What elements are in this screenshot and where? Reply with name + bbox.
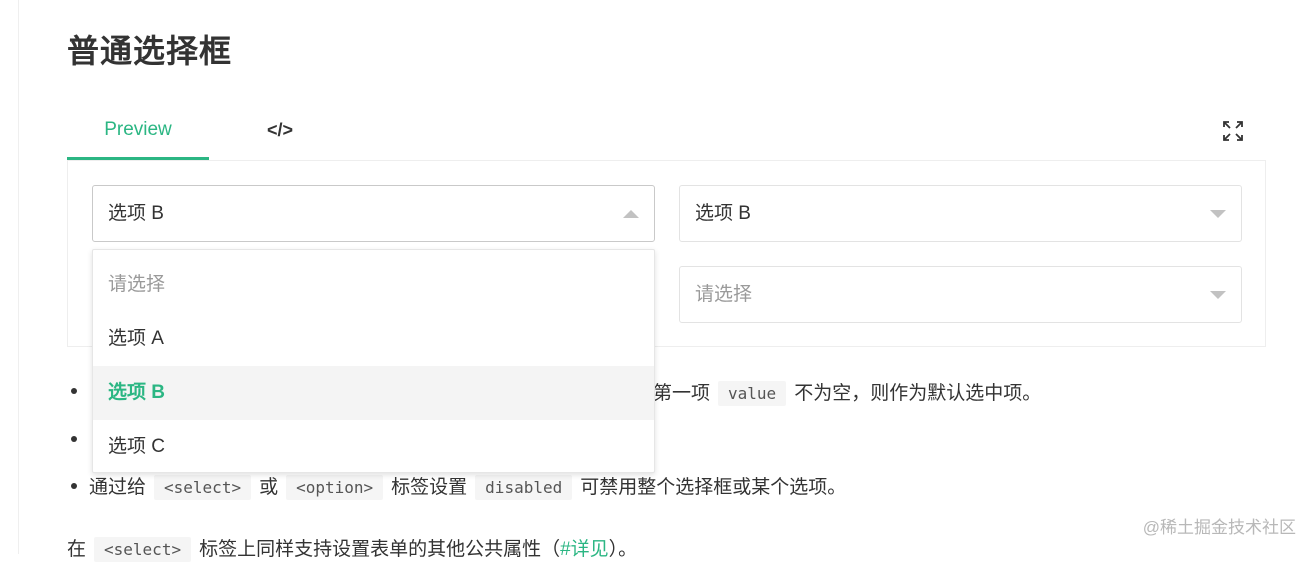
caret-down-icon: [1210, 210, 1226, 218]
desc-text: 通过给: [89, 477, 147, 498]
desc-text: 不为空，则作为默认选中项。: [794, 383, 1042, 404]
bullet: [71, 388, 77, 394]
select-placeholder-text: 请选择: [695, 284, 753, 305]
desc-text: ）。: [608, 539, 638, 560]
select-value: 选项 B: [108, 203, 164, 224]
desc-text: 标签设置: [391, 477, 468, 498]
dropdown-option[interactable]: 选项 A: [93, 312, 654, 366]
tab-preview[interactable]: Preview: [67, 104, 209, 160]
bullet: [71, 436, 77, 442]
bullet: [71, 483, 77, 489]
demo-tabs: Preview </>: [67, 104, 1267, 160]
dropdown-option-selected[interactable]: 选项 B: [93, 366, 654, 420]
desc-text: 第一项: [653, 383, 711, 404]
dropdown-option[interactable]: 请选择: [93, 258, 654, 312]
page-title: 普通选择框: [67, 33, 233, 69]
select-default[interactable]: 选项 B: [679, 185, 1242, 242]
dropdown-option[interactable]: 选项 C: [93, 420, 654, 474]
desc-text: 可禁用整个选择框或某个选项。: [580, 477, 847, 498]
fullscreen-icon[interactable]: [1221, 119, 1245, 143]
select-open[interactable]: 选项 B: [92, 185, 655, 242]
left-divider: [18, 0, 19, 554]
desc-text: 或: [259, 477, 279, 498]
code-disabled: disabled: [475, 475, 573, 500]
code-select: <select>: [94, 537, 192, 562]
tab-code[interactable]: </>: [237, 104, 323, 160]
code-option: <option>: [286, 475, 384, 500]
caret-down-icon: [1210, 291, 1226, 299]
description-line-4: 在 <select> 标签上同样支持设置表单的其他公共属性（#详见）。: [67, 534, 638, 562]
select-placeholder[interactable]: 请选择: [679, 266, 1242, 323]
select-value: 选项 B: [695, 203, 751, 224]
desc-text: 在: [67, 539, 87, 560]
details-link[interactable]: #详见: [560, 539, 609, 560]
description-line-3: 通过给 <select> 或 <option> 标签设置 disabled 可禁用整个选择框…: [89, 472, 847, 500]
caret-up-icon: [623, 210, 639, 218]
desc-text: 标签上同样支持设置表单的其他公共属性（: [199, 539, 561, 560]
code-value: value: [718, 381, 787, 406]
watermark: @稀土掘金技术社区: [1142, 518, 1296, 537]
select-dropdown: 请选择 选项 A 选项 B 选项 C: [92, 249, 655, 473]
description-line-1: 第一项 value 不为空，则作为默认选中项。: [653, 378, 1042, 406]
code-select: <select>: [154, 475, 252, 500]
